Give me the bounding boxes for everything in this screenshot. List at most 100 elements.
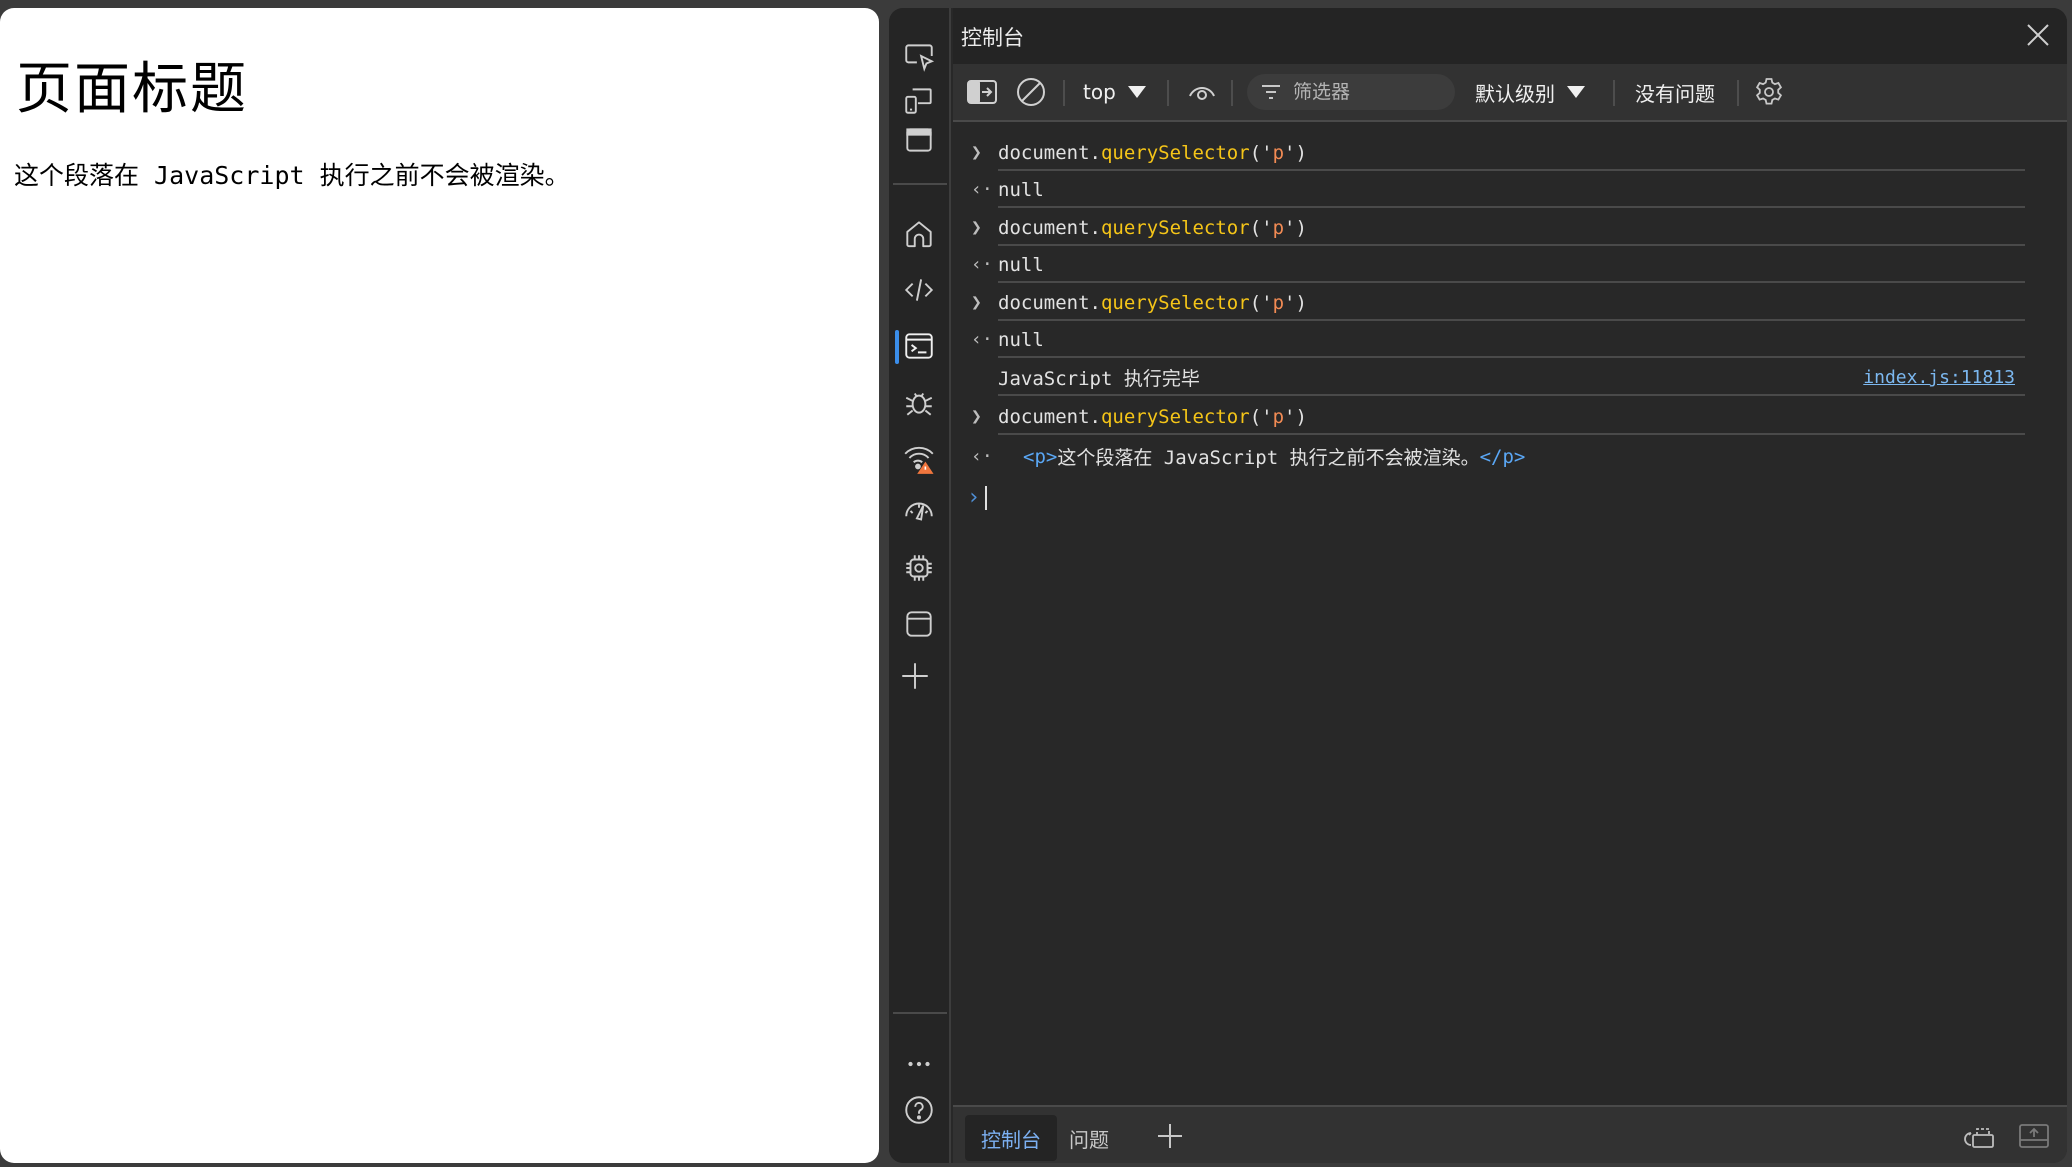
drawer-tab-label: 问题 xyxy=(1069,1127,1109,1152)
console-input-row[interactable]: ❯ document. querySelector (' p ') xyxy=(953,209,2067,246)
close-devtools-button[interactable] xyxy=(2023,20,2053,50)
drawer-tab-console[interactable]: 控制台 xyxy=(965,1115,1057,1161)
console-input-row[interactable]: ❯ document. querySelector (' p ') xyxy=(953,134,2067,171)
performance-icon[interactable] xyxy=(899,492,939,532)
result-value: null xyxy=(998,328,1044,351)
more-icon[interactable] xyxy=(899,1044,939,1084)
clear-console-button[interactable] xyxy=(1015,64,1047,120)
toolbar-separator xyxy=(1063,80,1065,106)
dropdown-caret-icon xyxy=(1127,86,1146,98)
live-expression-button[interactable] xyxy=(1187,64,1217,120)
console-result-row: ‹· null xyxy=(953,171,2067,208)
console-settings-button[interactable] xyxy=(1753,64,1785,120)
open-tag: <p> xyxy=(1023,445,1058,468)
console-icon[interactable] xyxy=(899,326,939,366)
input-chevron-icon: ❯ xyxy=(971,142,982,163)
upload-panel-icon xyxy=(2019,1124,2049,1148)
activity-separator xyxy=(893,183,947,185)
log-level-selector[interactable]: 默认级别 xyxy=(1475,64,1585,120)
toolbar-separator xyxy=(1231,80,1233,106)
network-icon[interactable] xyxy=(899,438,939,478)
console-code: document. querySelector (' p ') xyxy=(998,216,1307,239)
devtools-titlebar: 控制台 xyxy=(953,8,2067,64)
activity-bar xyxy=(889,8,951,1163)
result-arrow-icon: ‹· xyxy=(971,329,993,350)
plus-icon xyxy=(1158,1124,1182,1148)
collapse-drawer-button[interactable] xyxy=(2017,1119,2051,1153)
console-input-row[interactable]: ❯ document. querySelector (' p ') xyxy=(953,398,2067,435)
help-icon[interactable] xyxy=(899,1090,939,1130)
window-top-strip xyxy=(0,0,2072,8)
input-chevron-icon: ❯ xyxy=(971,217,982,238)
result-arrow-icon: ‹· xyxy=(971,254,993,275)
filter-input[interactable] xyxy=(1293,81,1443,103)
console-toolbar: top 默认级别 没有问题 xyxy=(953,64,2067,122)
undock-icon xyxy=(1964,1128,1994,1148)
add-tool-icon[interactable] xyxy=(895,656,935,696)
console-code: document. querySelector (' p ') xyxy=(998,291,1307,314)
sidebar-toggle-icon xyxy=(967,80,997,104)
debugger-icon[interactable] xyxy=(899,382,939,422)
panel-title: 控制台 xyxy=(961,26,1024,50)
input-chevron-icon: ❯ xyxy=(971,292,982,313)
drawer-tab-issues[interactable]: 问题 xyxy=(1053,1115,1125,1161)
toggle-sidebar-button[interactable] xyxy=(967,64,997,120)
elements-icon[interactable] xyxy=(899,270,939,310)
text-cursor xyxy=(985,485,987,510)
row-divider xyxy=(998,394,2025,396)
source-link[interactable]: index.js:11813 xyxy=(1863,359,2015,396)
console-input-row[interactable]: ❯ document. querySelector (' p ') xyxy=(953,284,2067,321)
context-selector[interactable]: top xyxy=(1083,64,1146,120)
close-tag: </p> xyxy=(1479,445,1526,468)
log-message: JavaScript 执行完毕 xyxy=(998,368,1200,390)
result-arrow-icon: ‹· xyxy=(971,446,993,467)
add-drawer-tab-button[interactable] xyxy=(1153,1119,1187,1153)
console-result-row: ‹· null xyxy=(953,246,2067,283)
toolbar-separator xyxy=(1737,80,1739,106)
console-code: document. querySelector (' p ') xyxy=(998,141,1307,164)
log-level-label: 默认级别 xyxy=(1475,81,1555,106)
drawer-tabbar: 控制台 问题 xyxy=(953,1105,2067,1163)
dock-icon[interactable] xyxy=(899,120,939,160)
inspect-icon[interactable] xyxy=(899,36,939,76)
filter-field[interactable] xyxy=(1247,74,1455,110)
toolbar-separator xyxy=(1613,80,1615,106)
input-chevron-icon: ❯ xyxy=(971,406,982,427)
close-icon xyxy=(2027,24,2049,46)
issues-label: 没有问题 xyxy=(1635,81,1715,106)
issues-button[interactable]: 没有问题 xyxy=(1635,64,1715,120)
device-emulation-icon[interactable] xyxy=(899,80,939,120)
dropdown-caret-icon xyxy=(1567,86,1585,98)
console-output[interactable]: ❯ document. querySelector (' p ') ‹· null ❯ … xyxy=(953,124,2067,1105)
home-icon[interactable] xyxy=(899,214,939,254)
gear-icon xyxy=(1755,78,1783,105)
row-divider xyxy=(998,356,2025,358)
result-value: null xyxy=(998,253,1044,276)
drawer-tab-label: 控制台 xyxy=(981,1127,1041,1152)
page-viewport: 页面标题 这个段落在 JavaScript 执行之前不会被渲染。 xyxy=(0,8,879,1163)
context-label: top xyxy=(1083,80,1116,104)
filter-icon xyxy=(1262,85,1280,99)
console-code: document. querySelector (' p ') xyxy=(998,405,1307,428)
clear-icon xyxy=(1017,78,1045,106)
dock-drawer-button[interactable] xyxy=(1963,1119,1997,1153)
element-node[interactable]: <p> 这个段落在 JavaScript 执行之前不会被渲染。 </p> xyxy=(1023,438,1525,475)
console-prompt[interactable]: › xyxy=(953,479,2067,516)
memory-icon[interactable] xyxy=(899,548,939,588)
result-arrow-icon: ‹· xyxy=(971,179,993,200)
devtools-panel: 控制台 top 默认级别 没有问题 xyxy=(889,8,2067,1163)
result-value: null xyxy=(998,178,1044,201)
page-heading: 页面标题 xyxy=(16,57,248,122)
prompt-chevron-icon: › xyxy=(967,485,981,510)
console-element-result-row[interactable]: ‹· <p> 这个段落在 JavaScript 执行之前不会被渲染。 </p> xyxy=(953,438,2067,475)
console-input-field[interactable] xyxy=(985,479,987,516)
row-divider xyxy=(998,206,2025,208)
toolbar-separator xyxy=(1167,80,1169,106)
console-log-row: JavaScript 执行完毕 index.js:11813 xyxy=(953,359,2067,396)
page-paragraph: 这个段落在 JavaScript 执行之前不会被渲染。 xyxy=(14,161,570,190)
row-divider xyxy=(998,281,2025,283)
element-text: 这个段落在 JavaScript 执行之前不会被渲染。 xyxy=(1057,447,1480,469)
activity-separator-bottom xyxy=(893,1012,947,1014)
application-icon[interactable] xyxy=(899,604,939,644)
row-divider xyxy=(998,433,2025,435)
